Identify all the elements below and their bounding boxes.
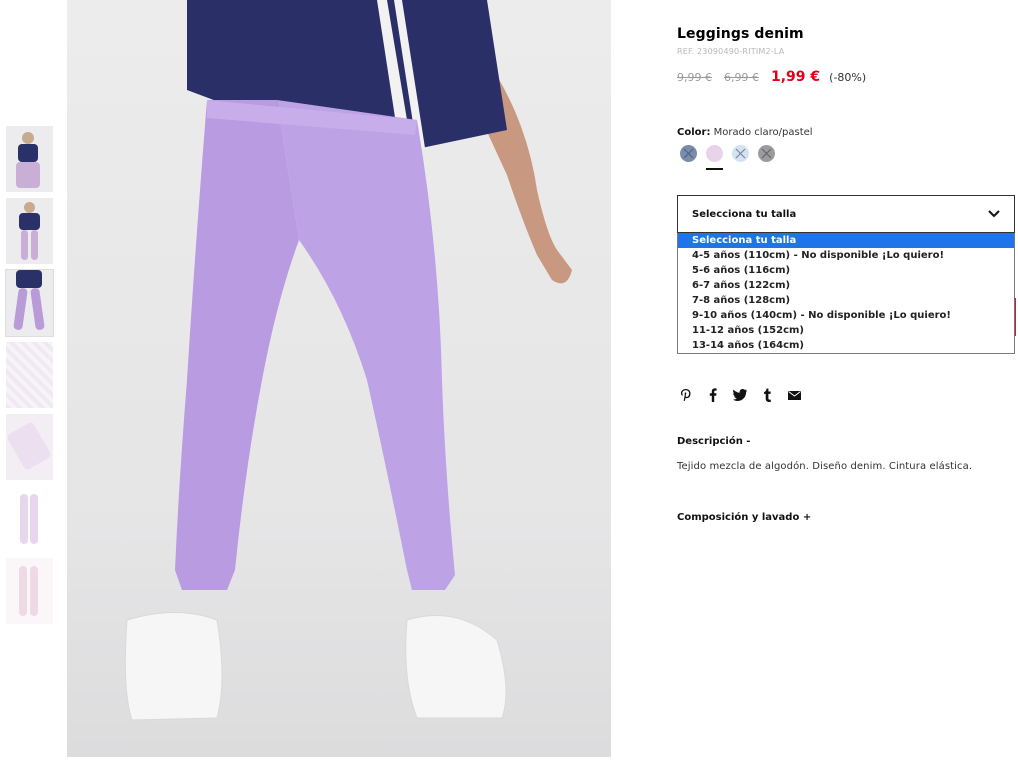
thumbnail-5[interactable] [6,414,53,480]
size-option[interactable]: 7-8 años (128cm) [678,293,1014,308]
color-swatches [680,145,1015,162]
thumbnail-4[interactable] [6,342,53,408]
size-select-value: Selecciona tu talla [692,208,797,220]
description-heading[interactable]: Descripción - [677,436,1015,447]
thumbnail-1[interactable] [6,126,53,192]
color-swatch-grey[interactable] [758,145,775,162]
product-image [67,0,611,757]
product-details: Leggings denim REF. 23090490-RITIM2-LA 9… [677,26,1015,523]
product-reference: REF. 23090490-RITIM2-LA [677,47,785,56]
size-option[interactable]: 4-5 años (110cm) - No disponible ¡Lo qui… [678,248,1014,263]
chevron-down-icon [988,210,1000,218]
color-swatch-light-blue[interactable] [732,145,749,162]
size-option[interactable]: 13-14 años (164cm) [678,338,1014,353]
previous-price: 6,99 € [724,71,759,84]
product-illustration [124,0,572,721]
size-dropdown: Selecciona tu talla 4-5 años (110cm) - No… [677,233,1015,354]
size-option[interactable]: 11-12 años (152cm) [678,323,1014,338]
color-label: Color: [677,127,711,138]
email-icon[interactable] [786,387,802,403]
color-selector: Color: Morado claro/pastel [677,127,1015,138]
pinterest-icon[interactable] [678,387,694,403]
size-option[interactable]: 5-6 años (116cm) [678,263,1014,278]
description-text: Tejido mezcla de algodón. Diseño denim. … [677,461,973,472]
size-option[interactable]: 6-7 años (122cm) [678,278,1014,293]
size-select[interactable]: Selecciona tu talla [677,195,1015,233]
discount-badge: (-80%) [829,71,867,84]
twitter-icon[interactable] [732,387,748,403]
size-option[interactable]: Selecciona tu talla [678,233,1014,248]
thumbnail-2[interactable] [6,198,53,264]
color-swatch-denim-blue[interactable] [680,145,697,162]
thumbnail-3[interactable] [5,269,54,337]
price-row: 9,99 € 6,99 € 1,99 € (-80%) [677,69,1015,85]
original-price: 9,99 € [677,71,712,84]
facebook-icon[interactable] [705,387,721,403]
thumbnail-6[interactable] [6,486,53,552]
thumbnail-7[interactable] [6,558,53,624]
tumblr-icon[interactable] [759,387,775,403]
share-icons [678,387,1015,403]
product-title: Leggings denim [677,26,804,42]
composition-heading[interactable]: Composición y lavado + [677,512,1015,523]
thumbnail-strip [5,126,54,630]
selected-swatch-indicator [706,168,723,170]
color-value: Morado claro/pastel [713,127,813,138]
color-swatch-light-purple[interactable] [706,145,723,162]
sale-price: 1,99 € [771,69,821,85]
size-option[interactable]: 9-10 años (140cm) - No disponible ¡Lo qu… [678,308,1014,323]
